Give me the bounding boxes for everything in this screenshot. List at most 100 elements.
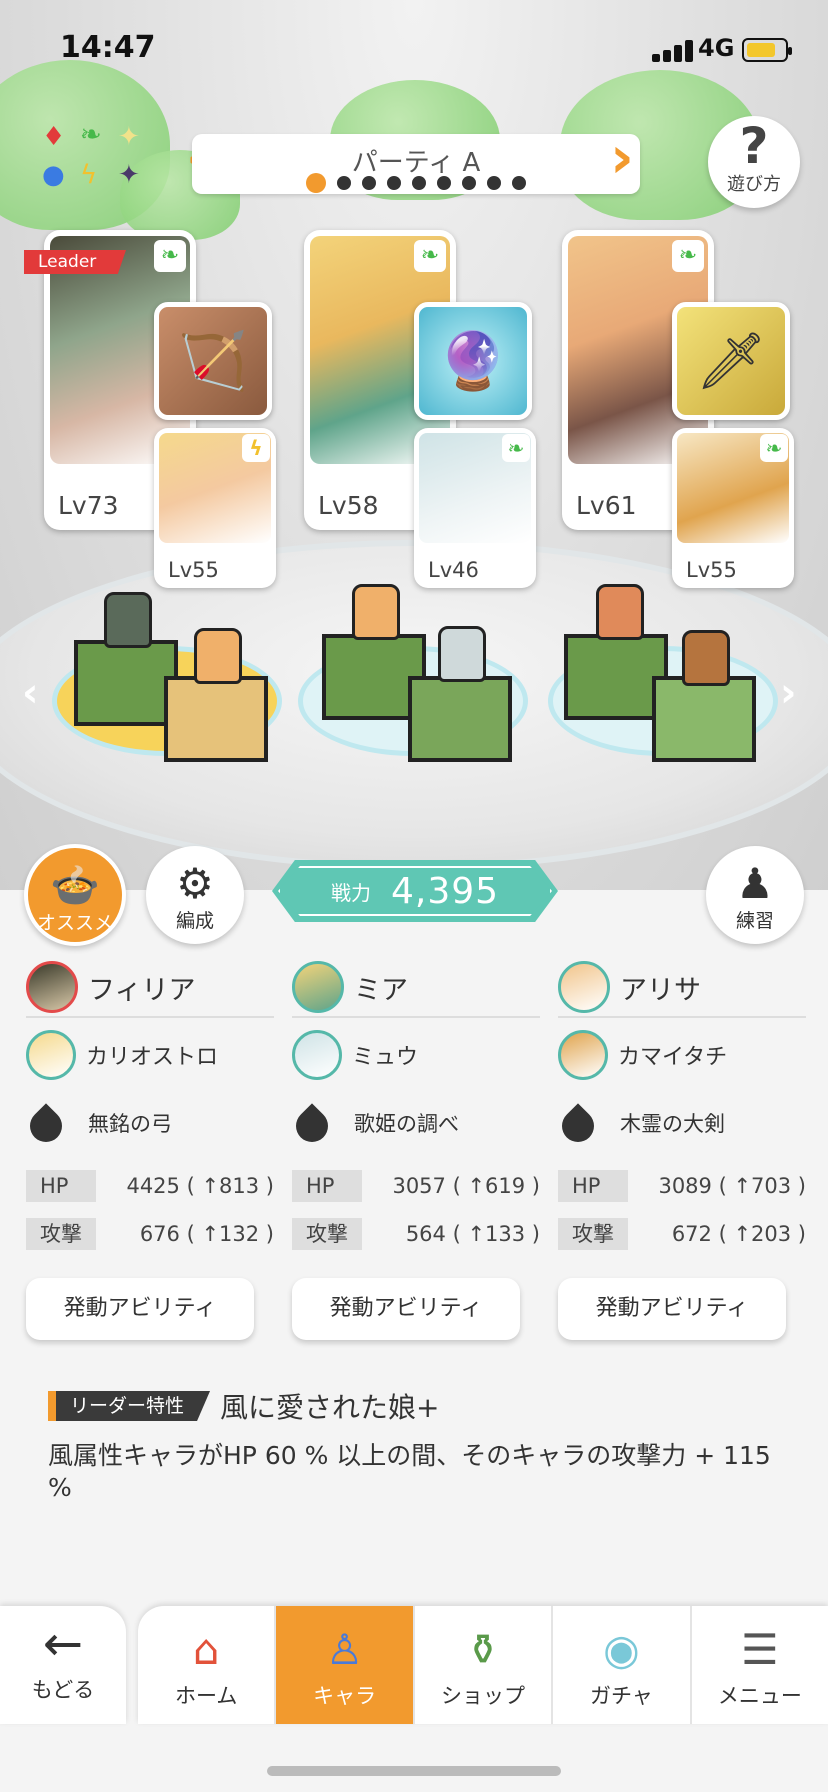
chibi-sprite	[438, 626, 486, 682]
sub-character-row[interactable]: カリオストロ	[26, 1020, 274, 1090]
weapon-row[interactable]: 木霊の大剣	[555, 1090, 806, 1156]
tab-gacha[interactable]: ◉ ガチャ	[551, 1606, 689, 1724]
greatsword-icon[interactable]: 🗡	[672, 302, 790, 420]
tab-label: メニュー	[717, 1684, 802, 1708]
leader-skill-section: リーダー特性 風に愛された娘+ 風属性キャラがHP 60 % 以上の間、そのキャ…	[48, 1386, 788, 1504]
main-character-row[interactable]: フィリア	[26, 958, 274, 1018]
grass-block	[408, 676, 512, 762]
home-indicator	[267, 1766, 561, 1776]
unit-slot-2[interactable]: ❧ Lv58 🔮 ❧ Lv46	[294, 230, 544, 600]
chef-hat-icon: 🍲	[50, 863, 100, 909]
weapon-icon	[555, 1098, 608, 1149]
sub-character-name: ミュウ	[352, 1045, 419, 1070]
practice-button[interactable]: ♟ 練習	[706, 846, 804, 944]
recommend-label: オススメ	[36, 912, 113, 934]
grass-block	[74, 640, 178, 726]
back-arrow-icon: ←	[42, 1616, 84, 1672]
formation-button[interactable]: ⚙ 編成	[146, 846, 244, 944]
party-page-dot[interactable]	[306, 173, 326, 193]
party-page-dot[interactable]	[362, 176, 376, 190]
gacha-icon: ◉	[603, 1625, 640, 1674]
unit-slot-3[interactable]: ❧ Lv61 🗡 ❧ Lv55	[552, 230, 802, 600]
wind-element-icon: ❧	[414, 240, 446, 272]
wind-element-icon: ❧	[502, 434, 530, 462]
party-page-dots	[192, 173, 640, 193]
party-next-icon[interactable]: ›	[610, 128, 634, 186]
leader-skill-description: 風属性キャラがHP 60 % 以上の間、そのキャラの攻撃力 + 115 %	[48, 1441, 771, 1502]
unit-detail-column-2: ミア ミュウ 歌姫の調べ HP 3057 ( ↑619 ) 攻撃 564 ( ↑…	[289, 958, 540, 1340]
leader-skill-header: リーダー特性 風に愛された娘+	[48, 1386, 788, 1426]
stage-right-arrow-icon[interactable]: ›	[780, 670, 796, 716]
sub-avatar	[558, 1030, 608, 1080]
hp-value: 4425 ( ↑813 )	[126, 1174, 274, 1198]
help-button[interactable]: ? 遊び方	[708, 116, 800, 208]
weapon-row[interactable]: 無銘の弓	[23, 1090, 274, 1156]
back-button[interactable]: ← もどる	[0, 1606, 126, 1724]
sub-character-card[interactable]: ❧ Lv46	[414, 428, 536, 588]
sub-avatar	[26, 1030, 76, 1080]
party-page-dot[interactable]	[512, 176, 526, 190]
party-page-dot[interactable]	[337, 176, 351, 190]
thunder-element-icon: ϟ	[242, 434, 270, 462]
bottom-navigation: ← もどる ⌂ ホーム ♙ キャラ ⚱ ショップ ◉ ガチャ ☰ メニュー	[0, 1604, 828, 1792]
hp-label: HP	[26, 1170, 126, 1202]
chibi-sprite	[596, 584, 644, 640]
ability-button[interactable]: 発動アビリティ	[26, 1278, 254, 1340]
party-page-dot[interactable]	[462, 176, 476, 190]
power-value: 4,395	[390, 870, 500, 912]
party-page-dot[interactable]	[487, 176, 501, 190]
party-page-dot[interactable]	[437, 176, 451, 190]
hp-row: HP 4425 ( ↑813 )	[26, 1168, 274, 1204]
stage-left-arrow-icon[interactable]: ‹	[22, 670, 38, 716]
recommend-button[interactable]: 🍲 オススメ	[24, 844, 126, 946]
unit-detail-column-1: フィリア カリオストロ 無銘の弓 HP 4425 ( ↑813 ) 攻撃 676…	[23, 958, 274, 1340]
crystal-orb-icon[interactable]: 🔮	[414, 302, 532, 420]
party-page-dot[interactable]	[387, 176, 401, 190]
unit-slot-1[interactable]: ❧ Lv73 Leader 🏹 ϟ Lv55	[24, 230, 284, 600]
attack-value: 564 ( ↑133 )	[405, 1222, 540, 1246]
weapon-name: 木霊の大剣	[620, 1112, 725, 1136]
ability-button[interactable]: 発動アビリティ	[558, 1278, 786, 1340]
attack-label: 攻撃	[558, 1218, 658, 1250]
wind-element-icon: ❧	[760, 434, 788, 462]
hp-value: 3057 ( ↑619 )	[392, 1174, 540, 1198]
unit-pedestal	[298, 584, 528, 766]
attack-value: 672 ( ↑203 )	[671, 1222, 806, 1246]
sub-character-card[interactable]: ❧ Lv55	[672, 428, 794, 588]
tab-home[interactable]: ⌂ ホーム	[138, 1606, 274, 1724]
sub-character-name: カマイタチ	[618, 1045, 728, 1070]
unit-level: Lv58	[318, 491, 379, 520]
attack-row: 攻撃 672 ( ↑203 )	[558, 1216, 806, 1252]
help-label: 遊び方	[727, 174, 781, 195]
bow-icon[interactable]: 🏹	[154, 302, 272, 420]
unit-pedestal	[52, 592, 282, 766]
signal-icon	[652, 40, 696, 62]
weapon-row[interactable]: 歌姫の調べ	[289, 1090, 540, 1156]
avatar	[26, 961, 78, 1013]
network-type: 4G	[698, 34, 735, 62]
ability-button[interactable]: 発動アビリティ	[292, 1278, 520, 1340]
tab-menu[interactable]: ☰ メニュー	[689, 1606, 828, 1724]
grass-block	[652, 676, 756, 762]
weapon-icon	[289, 1098, 342, 1149]
leader-skill-name: 風に愛された娘+	[220, 1391, 440, 1424]
hp-row: HP 3089 ( ↑703 )	[558, 1168, 806, 1204]
power-label: 戦力	[330, 880, 371, 905]
sub-character-row[interactable]: ミュウ	[292, 1020, 540, 1090]
status-bar: 14:47 4G	[0, 0, 828, 96]
shop-icon: ⚱	[465, 1625, 501, 1674]
element-chart-icon[interactable]: ♦ ❧ ✦ ● ϟ ✦	[38, 122, 148, 196]
wind-element-icon: ❧	[672, 240, 704, 272]
nav-tabs: ⌂ ホーム ♙ キャラ ⚱ ショップ ◉ ガチャ ☰ メニュー	[138, 1606, 828, 1724]
main-character-row[interactable]: アリサ	[558, 958, 806, 1018]
avatar	[558, 961, 610, 1013]
sub-character-card[interactable]: ϟ Lv55	[154, 428, 276, 588]
sub-character-row[interactable]: カマイタチ	[558, 1020, 806, 1090]
chibi-sprite	[682, 630, 730, 686]
tab-shop[interactable]: ⚱ ショップ	[412, 1606, 551, 1724]
party-page-dot[interactable]	[412, 176, 426, 190]
tab-character[interactable]: ♙ キャラ	[274, 1606, 413, 1724]
main-character-row[interactable]: ミア	[292, 958, 540, 1018]
battery-icon	[742, 38, 792, 62]
leader-skill-tag: リーダー特性	[48, 1391, 211, 1421]
